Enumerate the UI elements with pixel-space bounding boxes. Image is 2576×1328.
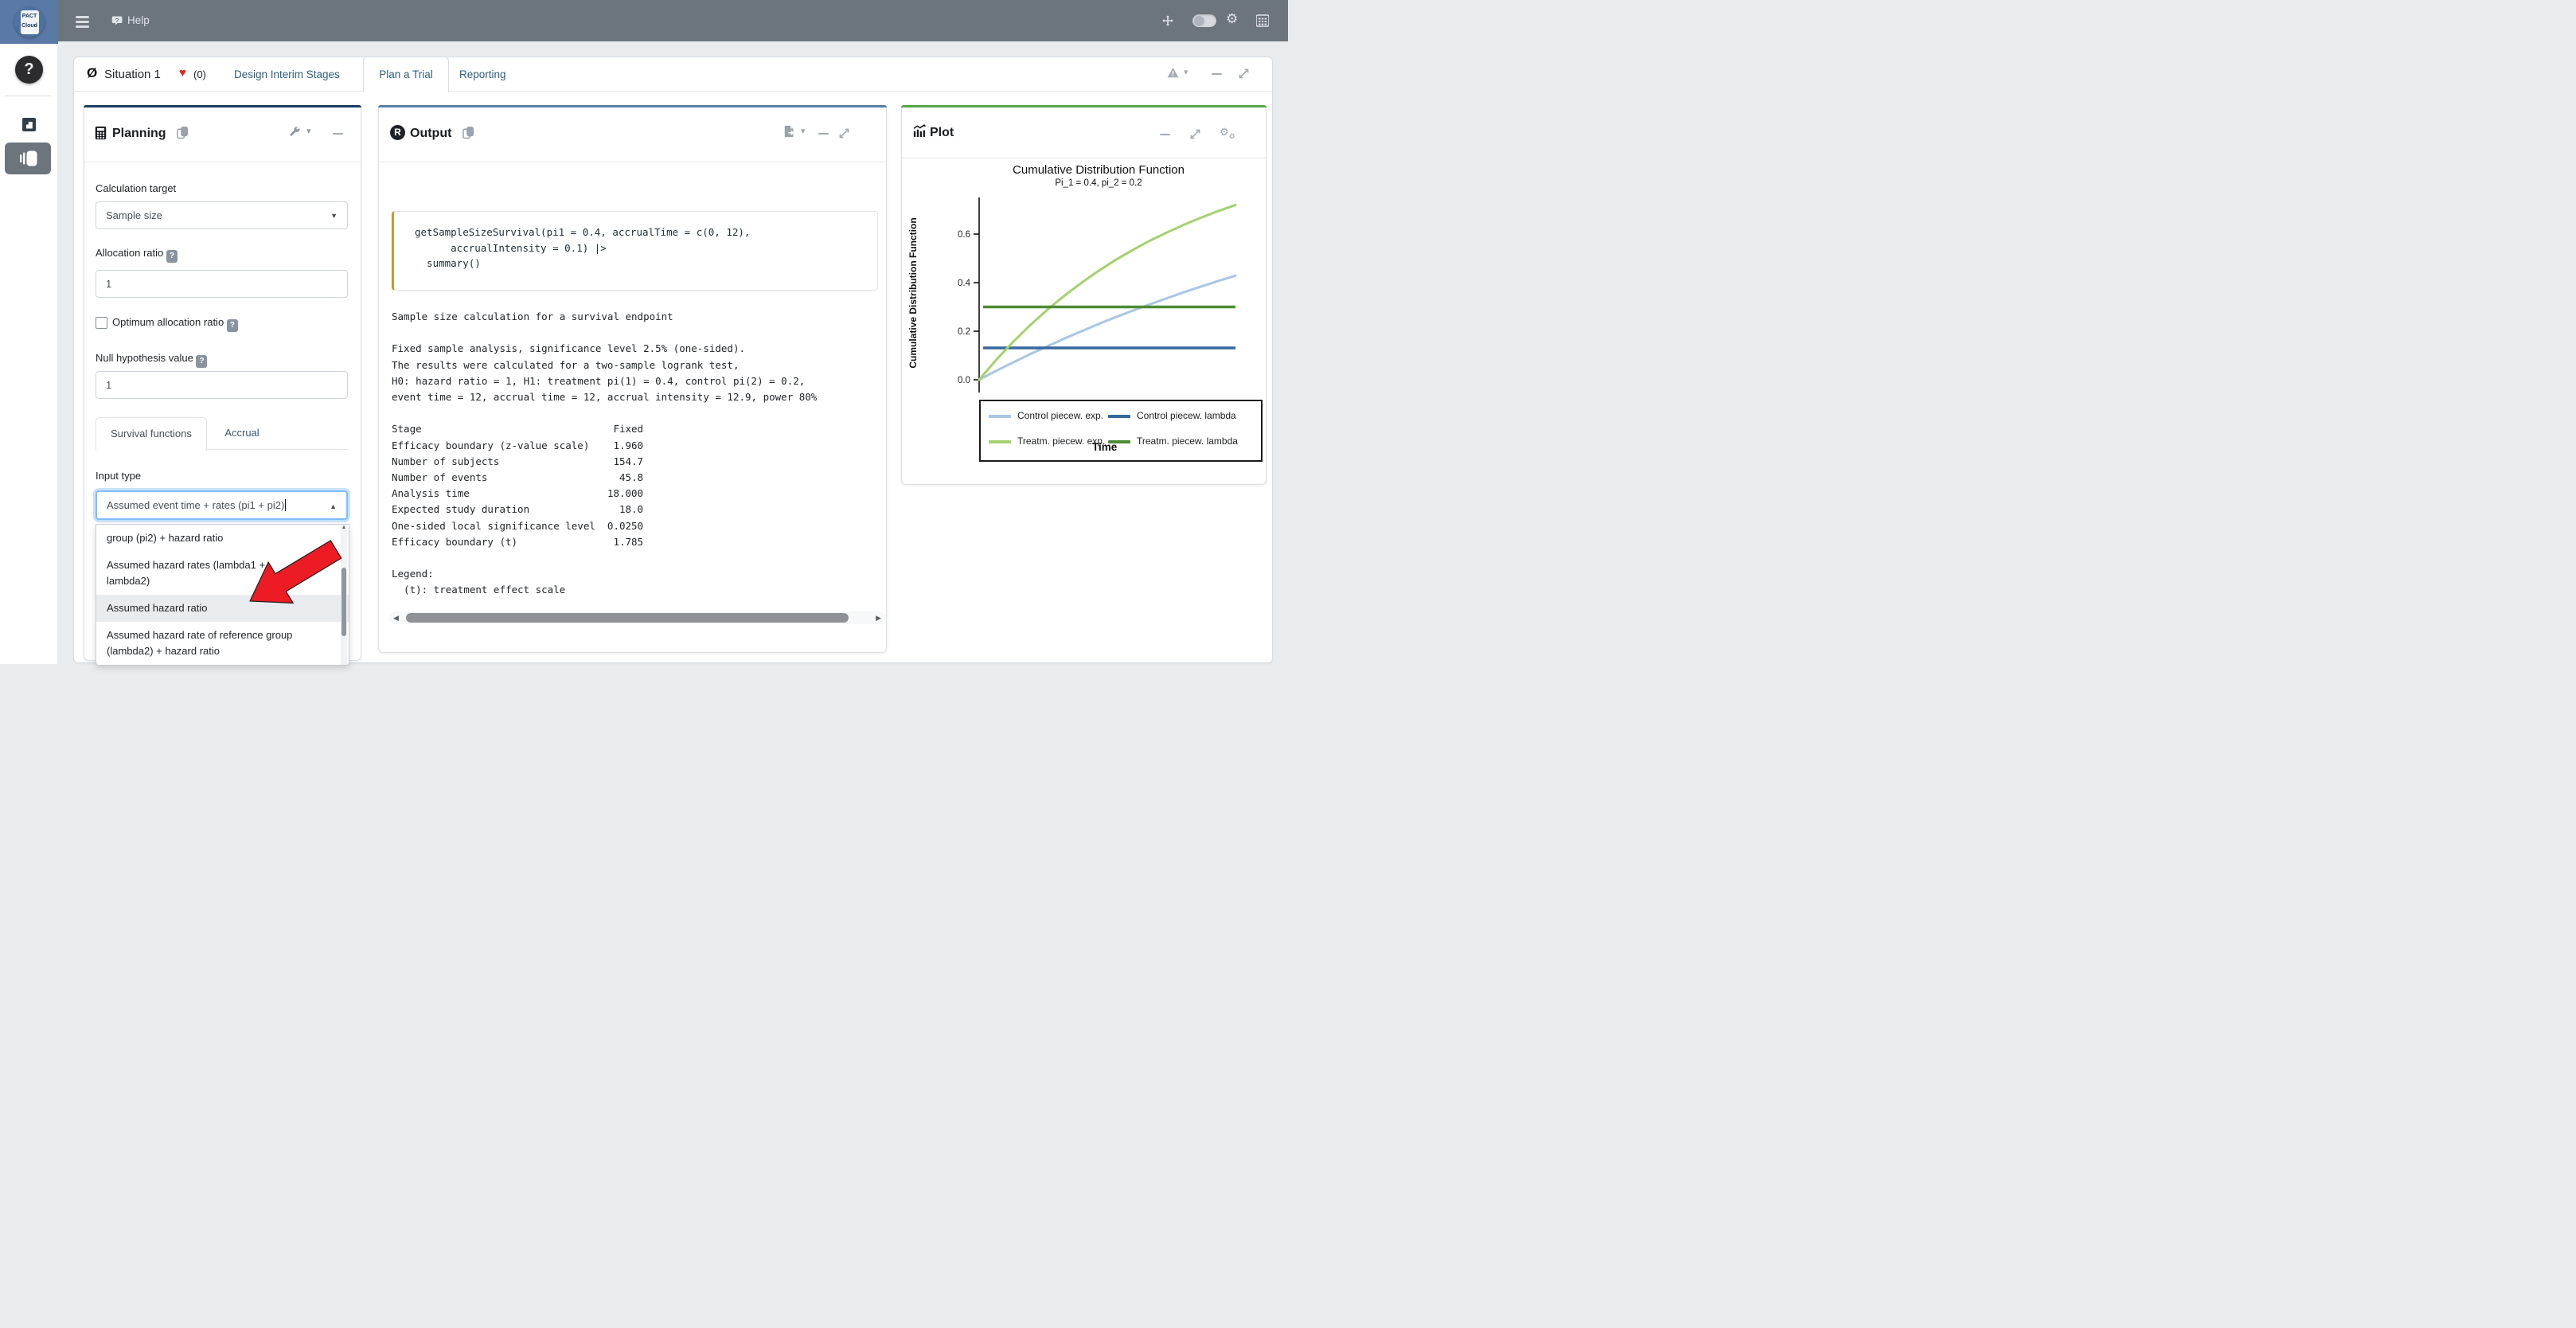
chart-title: Cumulative Distribution Function: [955, 163, 1242, 177]
help-badge-icon[interactable]: ?: [166, 250, 178, 263]
dropdown-item[interactable]: Assumed hazard rate of reference group (…: [96, 622, 327, 665]
tab-design-interim-stages[interactable]: Design Interim Stages: [234, 68, 340, 80]
plot-panel-title: Plot: [930, 126, 954, 140]
r-code-block: getSampleSizeSurvival(pi1 = 0.4, accrual…: [392, 211, 878, 291]
copy-icon[interactable]: [463, 126, 474, 143]
chart-icon: [913, 124, 926, 142]
minimize-plot-button[interactable]: [1160, 134, 1170, 135]
help-chat-icon[interactable]: ?: [111, 14, 124, 32]
chart-legend: Control piecew. exp. Control piecew. lam…: [979, 400, 1263, 462]
dropdown-scrollbar[interactable]: ▲: [341, 525, 347, 665]
app-logo[interactable]: PACT Cloud: [0, 0, 58, 44]
output-panel-title: Output: [410, 127, 451, 141]
empty-set-icon: Ø: [87, 65, 97, 81]
svg-text:?: ?: [115, 17, 119, 24]
fullscreen-arrows-icon[interactable]: [1161, 14, 1174, 31]
dark-mode-toggle[interactable]: [1192, 14, 1216, 27]
top-bar: [0, 0, 1288, 41]
survival-accrual-tabs: Survival functions Accrual: [96, 416, 348, 450]
r-code-text: getSampleSizeSurvival(pi1 = 0.4, accrual…: [394, 212, 877, 271]
dropdown-item[interactable]: Assumed medians (median1 + median2): [96, 665, 327, 666]
minimize-output-button[interactable]: [818, 133, 829, 135]
wrench-icon[interactable]: [288, 125, 301, 142]
legend-line-sample: [989, 440, 1011, 443]
legend-line-sample: [1108, 415, 1130, 418]
flag-steps-icon[interactable]: [22, 118, 36, 131]
collapse-panel-button[interactable]: [5, 143, 51, 174]
planning-panel-title: Planning: [112, 127, 166, 141]
calculation-target-select[interactable]: Sample size ▼: [96, 201, 348, 229]
export-file-icon[interactable]: [783, 124, 796, 143]
optimum-allocation-checkbox[interactable]: [96, 317, 107, 329]
allocation-ratio-input[interactable]: 1: [96, 270, 348, 298]
scroll-left-icon[interactable]: ◀: [393, 614, 399, 623]
chevron-up-icon: ▲: [330, 494, 337, 520]
chart-x-axis-label: Time: [1092, 441, 1117, 453]
dropdown-item[interactable]: group (pi2) + hazard ratio: [96, 525, 319, 552]
dropdown-scrollbar-thumb[interactable]: [342, 568, 346, 636]
expand-plot-icon[interactable]: [1189, 128, 1201, 144]
left-sidebar: [0, 41, 57, 664]
calculator-icon: [95, 126, 107, 144]
svg-text:0.0: 0.0: [958, 376, 970, 385]
legend-label: Treatm. piecew. lambda: [1137, 436, 1238, 447]
settings-gear-icon[interactable]: ⚙: [1226, 11, 1238, 27]
dropdown-item[interactable]: Assumed hazard rates (lambda1 + lambda2): [96, 552, 319, 595]
situation-title: Situation 1: [104, 68, 161, 81]
tab-survival-functions[interactable]: Survival functions: [96, 417, 207, 451]
input-type-dropdown: group (pi2) + hazard ratio Assumed hazar…: [96, 524, 349, 666]
logo-text-line1: PACT: [14, 14, 45, 19]
warning-caret-icon[interactable]: ▾: [1184, 67, 1188, 77]
expand-card-icon[interactable]: [1238, 68, 1250, 84]
input-type-label: Input type: [96, 470, 141, 482]
help-button[interactable]: Help: [127, 14, 150, 26]
null-hypothesis-input[interactable]: 1: [96, 371, 348, 399]
logo-text-line2: Cloud: [14, 23, 45, 29]
expand-output-icon[interactable]: [838, 127, 850, 143]
output-horizontal-scrollbar[interactable]: ◀ ▶: [389, 611, 885, 624]
text-cursor: [285, 499, 286, 511]
help-badge-icon[interactable]: ?: [227, 319, 238, 332]
legend-line-sample: [989, 415, 1011, 418]
plot-settings-gears-icon[interactable]: ⚙⚙: [1220, 126, 1235, 141]
minimize-card-button[interactable]: [1212, 73, 1222, 75]
tab-reporting[interactable]: Reporting: [459, 68, 506, 80]
scroll-right-icon[interactable]: ▶: [876, 614, 881, 623]
favorites-count: (0): [193, 68, 206, 80]
hamburger-menu-icon[interactable]: [76, 16, 89, 30]
tab-accrual[interactable]: Accrual: [210, 417, 273, 449]
calculation-target-label: Calculation target: [96, 182, 176, 194]
warning-icon[interactable]: [1167, 67, 1179, 82]
optimum-allocation-label: Optimum allocation ratio ?: [112, 316, 238, 332]
legend-label: Control piecew. exp.: [1017, 410, 1103, 421]
svg-text:0.4: 0.4: [958, 279, 971, 288]
favorite-heart-icon[interactable]: ♥: [179, 66, 186, 80]
svg-text:0.2: 0.2: [958, 327, 970, 337]
output-result-text: Sample size calculation for a survival e…: [392, 309, 817, 599]
r-logo-icon: R: [390, 125, 405, 140]
allocation-ratio-label: Allocation ratio ?: [96, 247, 178, 263]
svg-text:0.6: 0.6: [958, 230, 970, 240]
scrollbar-thumb[interactable]: [406, 613, 849, 623]
legend-label: Control piecew. lambda: [1137, 410, 1236, 421]
null-hypothesis-label: Null hypothesis value ?: [96, 352, 207, 368]
input-type-combobox[interactable]: Assumed event time + rates (pi1 + pi2) ▲: [96, 490, 348, 520]
pact-cloud-logo-icon: PACT Cloud: [14, 7, 45, 37]
apps-grid-icon[interactable]: [1256, 14, 1269, 31]
cdf-chart: 0.0 0.2 0.4 0.6: [917, 191, 1251, 400]
question-help-avatar[interactable]: ?: [15, 56, 43, 84]
dropdown-item-highlighted[interactable]: Assumed hazard ratio: [96, 595, 349, 622]
export-caret-icon[interactable]: ▾: [801, 126, 806, 136]
wrench-caret-icon[interactable]: ▾: [306, 126, 311, 136]
chart-subtitle: Pi_1 = 0.4, pi_2 = 0.2: [955, 178, 1242, 188]
scroll-up-icon[interactable]: ▲: [342, 525, 347, 530]
copy-icon[interactable]: [177, 126, 189, 143]
help-badge-icon[interactable]: ?: [196, 355, 207, 368]
tab-plan-a-trial[interactable]: Plan a Trial: [363, 57, 449, 92]
minimize-planning-button[interactable]: [333, 133, 343, 135]
chevron-down-icon: ▼: [330, 203, 338, 229]
